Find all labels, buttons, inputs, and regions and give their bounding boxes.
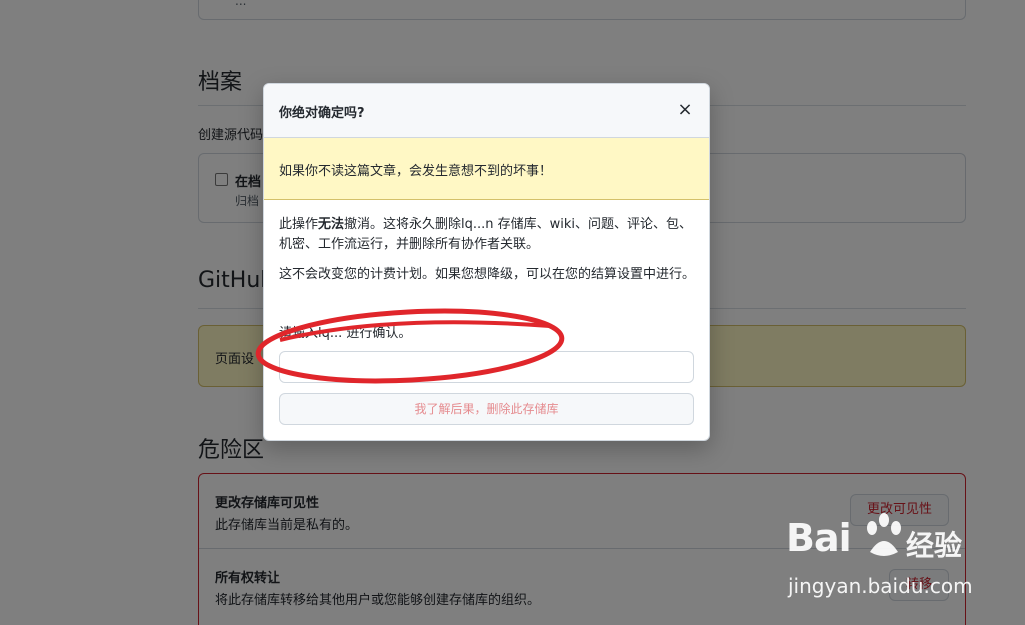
baidu-jingyan-watermark: Bai 经验 jingyan.baidu.com	[784, 500, 1014, 610]
dialog-body-paragraph-2: 这不会改变您的计费计划。如果您想降级，可以在您的结算设置中进行。	[279, 267, 696, 282]
dialog-title: 你绝对确定吗?	[279, 106, 365, 121]
delete-repository-button[interactable]: 我了解后果，删除此存储库	[279, 393, 694, 425]
dialog-header: 你绝对确定吗? ×	[264, 84, 709, 138]
dialog-warning-flash: 如果你不读这篇文章，会发生意想不到的坏事！	[264, 138, 709, 200]
watermark-brand: Bai	[786, 516, 852, 560]
watermark-url: jingyan.baidu.com	[788, 574, 973, 598]
paw-icon	[867, 513, 901, 556]
watermark-brand-cn: 经验	[906, 529, 963, 562]
dialog-warning-text: 如果你不读这篇文章，会发生意想不到的坏事！	[279, 164, 553, 179]
delete-repository-dialog: 你绝对确定吗? × 如果你不读这篇文章，会发生意想不到的坏事！ 此操作无法撤消。…	[263, 83, 710, 441]
dialog-body: 此操作无法撤消。这将永久删除lq...n 存储库、wiki、问题、评论、包、机密…	[279, 215, 695, 295]
dialog-body-paragraph-1: 此操作无法撤消。这将永久删除lq...n 存储库、wiki、问题、评论、包、机密…	[279, 217, 693, 252]
close-icon[interactable]: ×	[675, 100, 695, 120]
confirm-repository-name-input[interactable]	[279, 351, 694, 383]
confirm-instruction: 请输入lq... 进行确认。	[279, 326, 412, 341]
emphasis-text: 无法	[318, 217, 345, 232]
